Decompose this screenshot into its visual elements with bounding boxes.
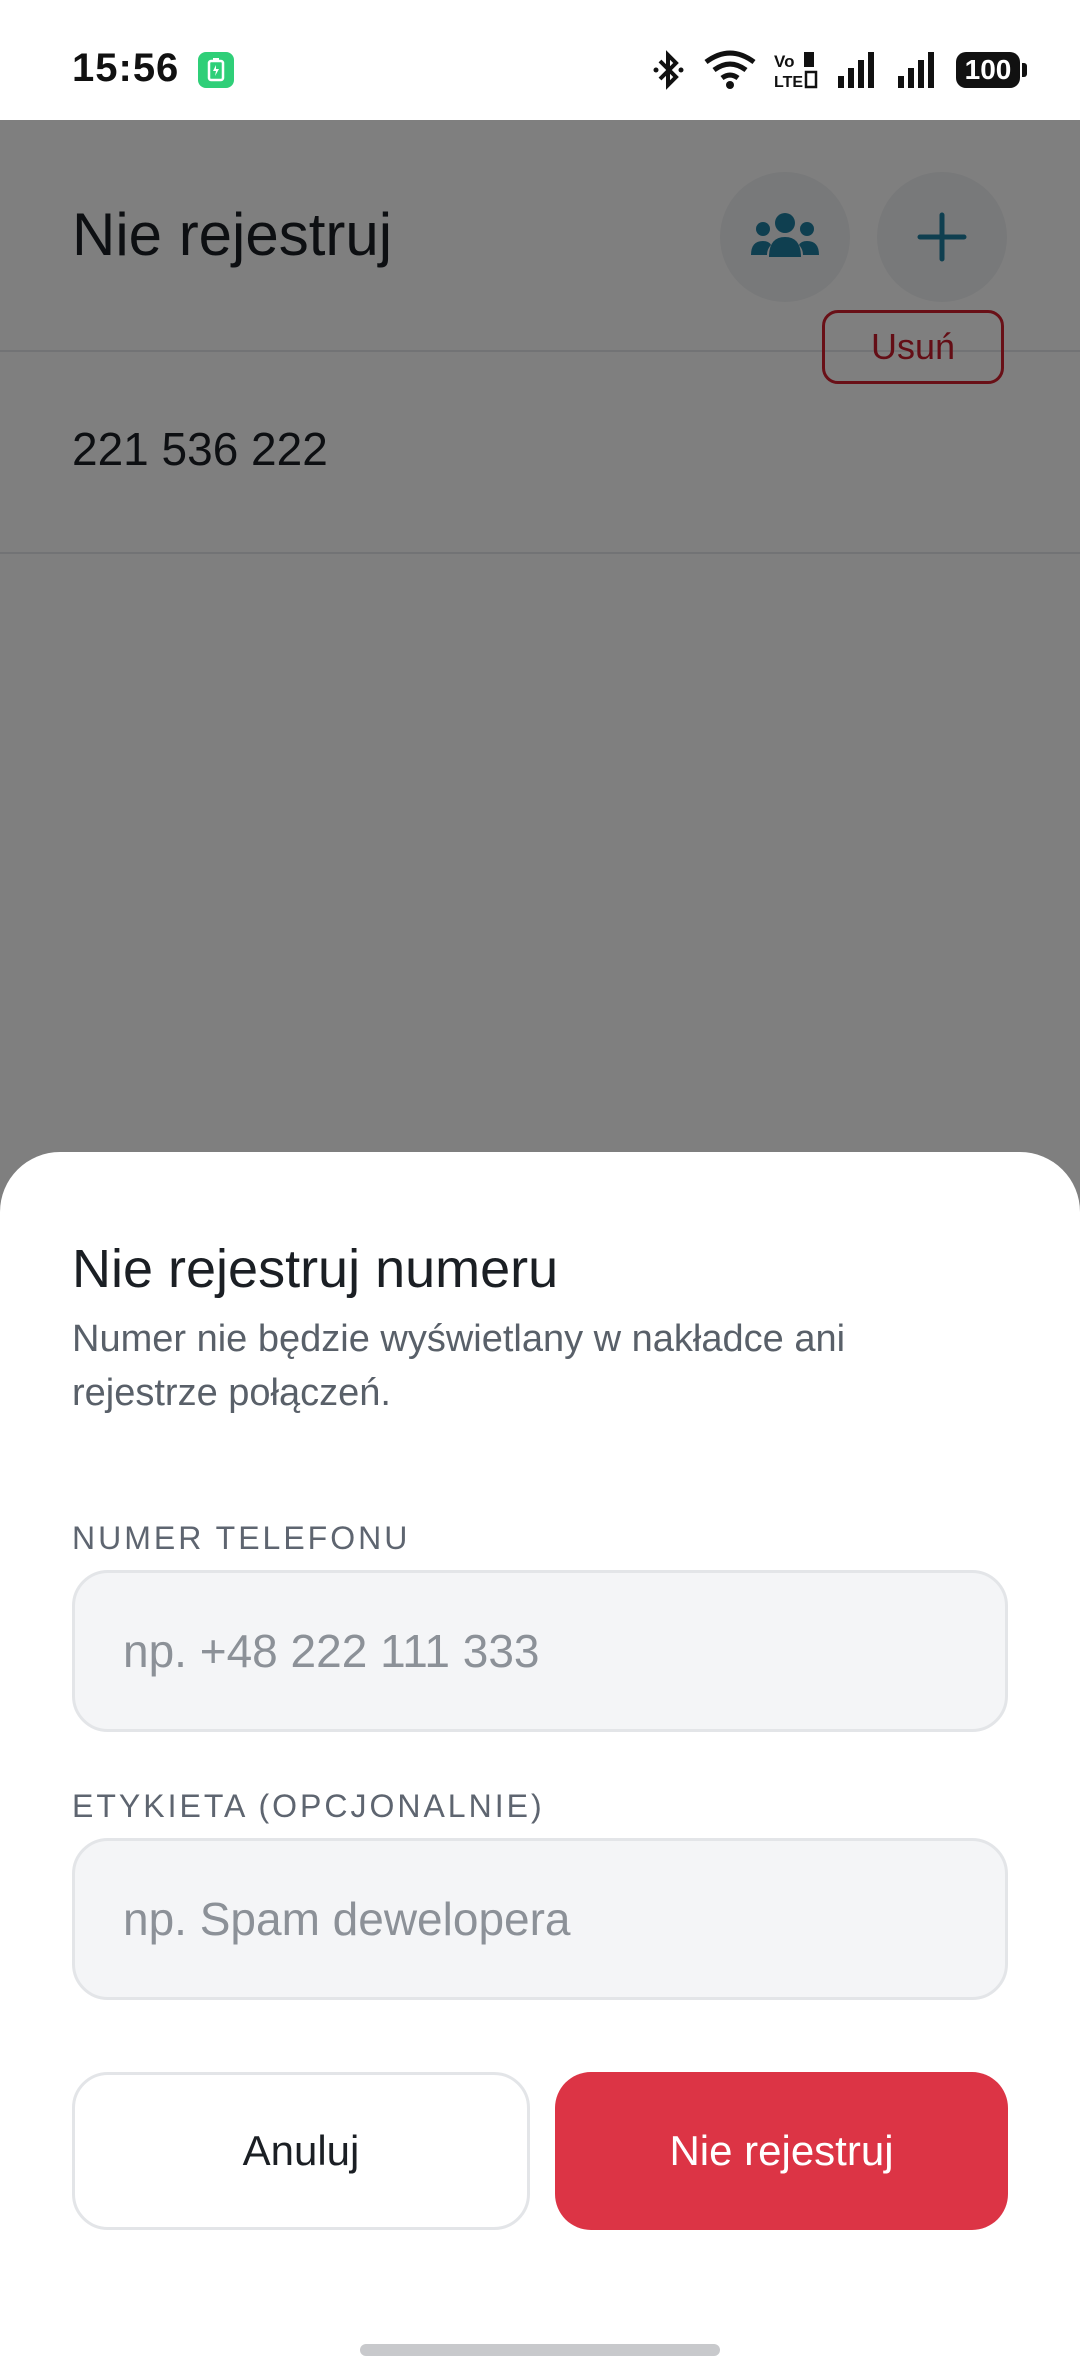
signal-icon (838, 52, 874, 88)
phone-label: NUMER TELEFONU (72, 1520, 411, 1556)
cancel-button[interactable]: Anuluj (72, 2072, 530, 2230)
bluetooth-icon (653, 50, 684, 90)
wifi-icon (704, 50, 756, 89)
signal-icon (898, 52, 934, 88)
tag-label: ETYKIETA (OPCJONALNIE) (72, 1788, 545, 1824)
status-time: 15:56 (72, 46, 180, 90)
tag-field[interactable] (72, 1838, 1008, 2000)
svg-text:LTE: LTE (774, 74, 803, 90)
block-number-sheet: Nie rejestruj numeru Numer nie będzie wy… (0, 1152, 1080, 2374)
block-button[interactable]: Nie rejestruj (555, 2072, 1008, 2230)
status-icons: Vo LTE 100 (652, 46, 1027, 94)
battery-icon: 100 (956, 52, 1027, 88)
battery-level: 100 (964, 54, 1012, 85)
svg-text:Vo: Vo (774, 52, 794, 71)
sheet-title: Nie rejestruj numeru (72, 1239, 559, 1299)
tag-input[interactable] (75, 1841, 1005, 1997)
battery-saver-icon (198, 52, 234, 88)
sheet-description: Numer nie będzie wyświetlany w nakładce … (72, 1318, 846, 1414)
volte-icon: Vo LTE (774, 52, 818, 90)
phone-field[interactable] (72, 1570, 1008, 1732)
status-bar: 15:56 Vo LTE 100 (0, 0, 1080, 120)
home-indicator[interactable] (360, 2344, 720, 2356)
phone-input[interactable] (75, 1573, 1005, 1729)
